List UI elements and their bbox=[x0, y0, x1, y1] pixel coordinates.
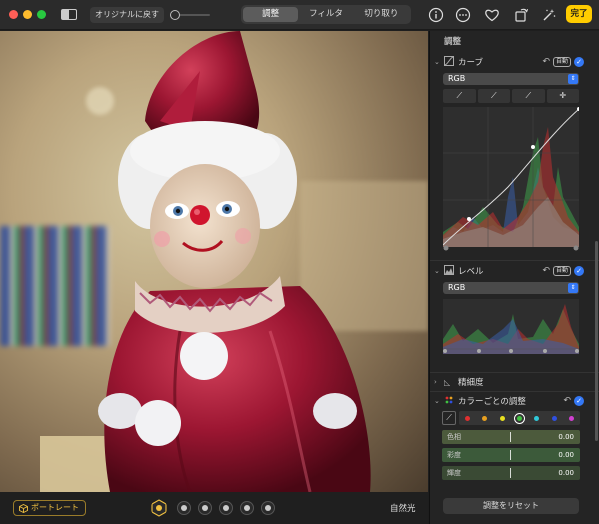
chevron-updown-icon: ⇕ bbox=[568, 283, 578, 293]
split-view-icon[interactable] bbox=[61, 9, 77, 20]
color-swatch[interactable] bbox=[551, 415, 557, 421]
color-dots-icon bbox=[444, 395, 458, 407]
lighting-natural-icon[interactable] bbox=[151, 499, 167, 517]
selective-color-header[interactable]: ⌄ カラーごとの調整 ↶ ✓ bbox=[434, 394, 584, 408]
eyedropper-icon[interactable]: ⟋ bbox=[442, 411, 456, 425]
lighting-studio-button[interactable] bbox=[177, 501, 191, 515]
undo-icon[interactable]: ↶ bbox=[542, 57, 550, 67]
luminance-value: 0.00 bbox=[558, 469, 574, 477]
zoom-slider[interactable] bbox=[170, 10, 210, 20]
saturation-slider[interactable]: 彩度 0.00 bbox=[442, 448, 580, 462]
color-swatches bbox=[459, 411, 580, 425]
lighting-contour-button[interactable] bbox=[198, 501, 212, 515]
rotate-icon[interactable] bbox=[513, 7, 529, 23]
gray-point-eyedropper-icon[interactable]: ⟋ bbox=[477, 89, 510, 103]
info-icon[interactable] bbox=[428, 7, 444, 23]
definition-label: 精細度 bbox=[458, 378, 484, 388]
tab-crop[interactable]: 切り取り bbox=[354, 7, 409, 22]
levels-header[interactable]: ⌄ レベル ↶ 自動 ✓ bbox=[434, 264, 584, 278]
lighting-label: 自然光 bbox=[390, 504, 416, 514]
tab-adjust[interactable]: 調整 bbox=[243, 7, 299, 22]
chevron-down-icon[interactable]: ⌄ bbox=[434, 267, 444, 275]
toolbar: オリジナルに戻す 調整 フィルタ 切り取り 完了 bbox=[0, 0, 599, 30]
curves-black-white-points[interactable] bbox=[443, 245, 579, 251]
minimize-window-button[interactable] bbox=[23, 10, 32, 19]
curves-tools: ⟋ ⟋ ⟋ ✛ bbox=[443, 89, 579, 103]
color-swatch[interactable] bbox=[482, 415, 488, 421]
lighting-stage-button[interactable] bbox=[219, 501, 233, 515]
curves-enable-checkbox[interactable]: ✓ bbox=[574, 57, 584, 67]
color-swatch[interactable] bbox=[499, 415, 505, 421]
color-swatch[interactable] bbox=[513, 412, 525, 424]
mode-segmented-control: 調整 フィルタ 切り取り bbox=[241, 5, 411, 24]
white-point-eyedropper-icon[interactable]: ⟋ bbox=[512, 89, 545, 103]
curves-label: カーブ bbox=[458, 58, 483, 68]
undo-icon[interactable]: ↶ bbox=[563, 396, 571, 406]
levels-label: レベル bbox=[458, 267, 484, 277]
chevron-down-icon[interactable]: ⌄ bbox=[434, 58, 444, 66]
section-divider bbox=[430, 391, 599, 392]
levels-channel-select[interactable]: RGB ⇕ bbox=[443, 282, 579, 294]
lighting-high-key-button[interactable] bbox=[261, 501, 275, 515]
tab-filters[interactable]: フィルタ bbox=[298, 7, 353, 22]
color-swatch[interactable] bbox=[568, 415, 574, 421]
hue-slider[interactable]: 色相 0.00 bbox=[442, 430, 580, 444]
levels-channel-value: RGB bbox=[448, 283, 466, 292]
hue-label: 色相 bbox=[447, 433, 461, 441]
hue-slider-marker bbox=[510, 432, 511, 442]
selective-color-label: カラーごとの調整 bbox=[458, 397, 526, 407]
curves-icon bbox=[444, 56, 458, 68]
curves-header[interactable]: ⌄ カーブ ↶ 自動 ✓ bbox=[434, 55, 584, 69]
revert-to-original-button[interactable]: オリジナルに戻す bbox=[90, 7, 164, 23]
luminance-slider-marker bbox=[510, 468, 511, 478]
bottom-toolbar: ポートレート 自然光 bbox=[0, 492, 428, 524]
cube-icon bbox=[19, 503, 28, 513]
luminance-label: 輝度 bbox=[447, 469, 461, 477]
photo-canvas[interactable] bbox=[0, 31, 428, 492]
levels-icon bbox=[444, 265, 458, 277]
undo-icon[interactable]: ↶ bbox=[542, 266, 550, 276]
photo-image bbox=[40, 31, 428, 492]
saturation-slider-marker bbox=[510, 450, 511, 460]
done-button[interactable]: 完了 bbox=[566, 5, 592, 23]
close-window-button[interactable] bbox=[9, 10, 18, 19]
curves-channel-select[interactable]: RGB ⇕ bbox=[443, 73, 579, 85]
lighting-stage-mono-button[interactable] bbox=[240, 501, 254, 515]
black-point-eyedropper-icon[interactable]: ⟋ bbox=[443, 89, 476, 103]
add-point-icon[interactable]: ✛ bbox=[546, 89, 579, 103]
panel-scrollbar[interactable] bbox=[595, 241, 598, 441]
reset-adjustments-button[interactable]: 調整をリセット bbox=[443, 498, 579, 514]
saturation-value: 0.00 bbox=[558, 451, 574, 459]
curves-auto-button[interactable]: 自動 bbox=[552, 57, 571, 67]
chevron-right-icon[interactable]: › bbox=[434, 378, 444, 386]
portrait-button[interactable]: ポートレート bbox=[13, 500, 86, 516]
magic-wand-icon[interactable] bbox=[541, 7, 557, 23]
section-divider bbox=[430, 372, 599, 373]
more-icon[interactable] bbox=[455, 7, 471, 23]
selective-color-enable-checkbox[interactable]: ✓ bbox=[574, 396, 584, 406]
levels-auto-button[interactable]: 自動 bbox=[552, 266, 571, 276]
section-divider bbox=[430, 260, 599, 261]
levels-enable-checkbox[interactable]: ✓ bbox=[574, 266, 584, 276]
levels-histogram[interactable] bbox=[443, 299, 579, 354]
heart-icon[interactable] bbox=[484, 7, 500, 23]
zoom-slider-knob[interactable] bbox=[170, 10, 180, 20]
color-swatch[interactable] bbox=[534, 415, 540, 421]
panel-title: 調整 bbox=[444, 37, 462, 47]
zoom-window-button[interactable] bbox=[37, 10, 46, 19]
color-swatch[interactable] bbox=[465, 415, 471, 421]
adjust-panel: 調整 ⌄ カーブ ↶ 自動 ✓ RGB ⇕ ⟋ ⟋ ⟋ ✛ ⌄ レベル ↶ 自動… bbox=[429, 31, 599, 524]
luminance-slider[interactable]: 輝度 0.00 bbox=[442, 466, 580, 480]
curves-graph[interactable] bbox=[443, 107, 579, 247]
color-swatch-row: ⟋ bbox=[442, 411, 580, 425]
saturation-label: 彩度 bbox=[447, 451, 461, 459]
definition-header[interactable]: › ◺ 精細度 bbox=[434, 375, 584, 389]
curves-channel-value: RGB bbox=[448, 74, 466, 83]
hue-value: 0.00 bbox=[558, 433, 574, 441]
portrait-label: ポートレート bbox=[31, 503, 79, 512]
triangle-icon: ◺ bbox=[444, 377, 451, 387]
chevron-updown-icon: ⇕ bbox=[568, 74, 578, 84]
chevron-down-icon[interactable]: ⌄ bbox=[434, 397, 444, 405]
